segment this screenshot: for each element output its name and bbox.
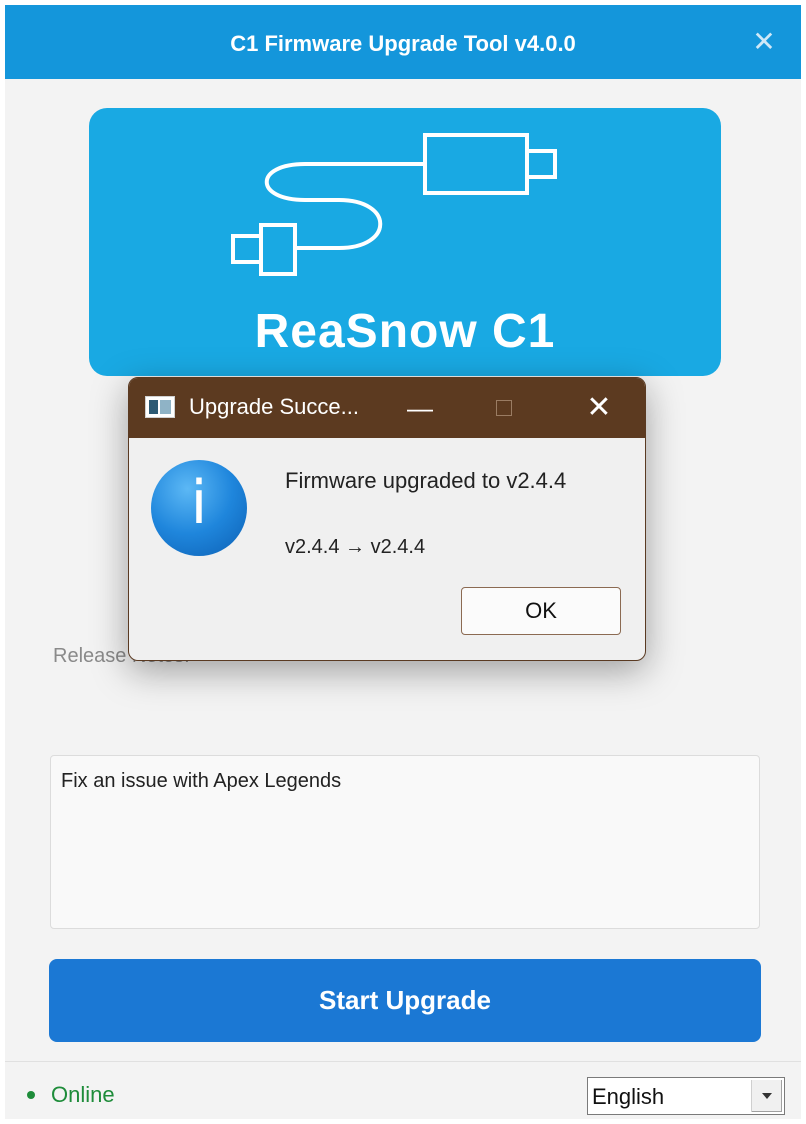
dialog-title: Upgrade Succe...: [189, 394, 359, 419]
product-banner: ReaSnow C1: [89, 108, 721, 376]
maximize-icon: [496, 400, 512, 416]
upgrade-success-dialog: Upgrade Succe... — ✕ i Firmware upgraded…: [128, 377, 646, 661]
dialog-message: Firmware upgraded to v2.4.4: [285, 468, 567, 493]
title-bar: C1 Firmware Upgrade Tool v4.0.0 ✕: [5, 5, 801, 79]
info-icon: i: [151, 460, 247, 556]
release-notes-box[interactable]: Fix an issue with Apex Legends: [50, 755, 760, 929]
language-select[interactable]: English: [587, 1077, 785, 1115]
minimize-icon[interactable]: —: [405, 390, 435, 426]
chevron-down-icon: [762, 1093, 772, 1099]
ok-button[interactable]: OK: [461, 587, 621, 635]
dropdown-button[interactable]: [751, 1080, 782, 1112]
dialog-close-icon[interactable]: ✕: [581, 390, 617, 426]
close-icon[interactable]: ✕: [749, 27, 779, 57]
dialog-title-bar: Upgrade Succe... — ✕: [129, 378, 645, 438]
language-value: English: [592, 1084, 665, 1109]
status-bar: Online English: [5, 1061, 801, 1119]
start-upgrade-button[interactable]: Start Upgrade: [49, 959, 761, 1042]
brand-name: ReaSnow C1: [254, 305, 556, 358]
app-icon: [145, 396, 175, 418]
connection-status: Online: [51, 1082, 115, 1107]
version-change: v2.4.4 → v2.4.4: [285, 536, 426, 558]
status-dot-icon: [27, 1091, 35, 1099]
window-title: C1 Firmware Upgrade Tool v4.0.0: [230, 31, 576, 56]
